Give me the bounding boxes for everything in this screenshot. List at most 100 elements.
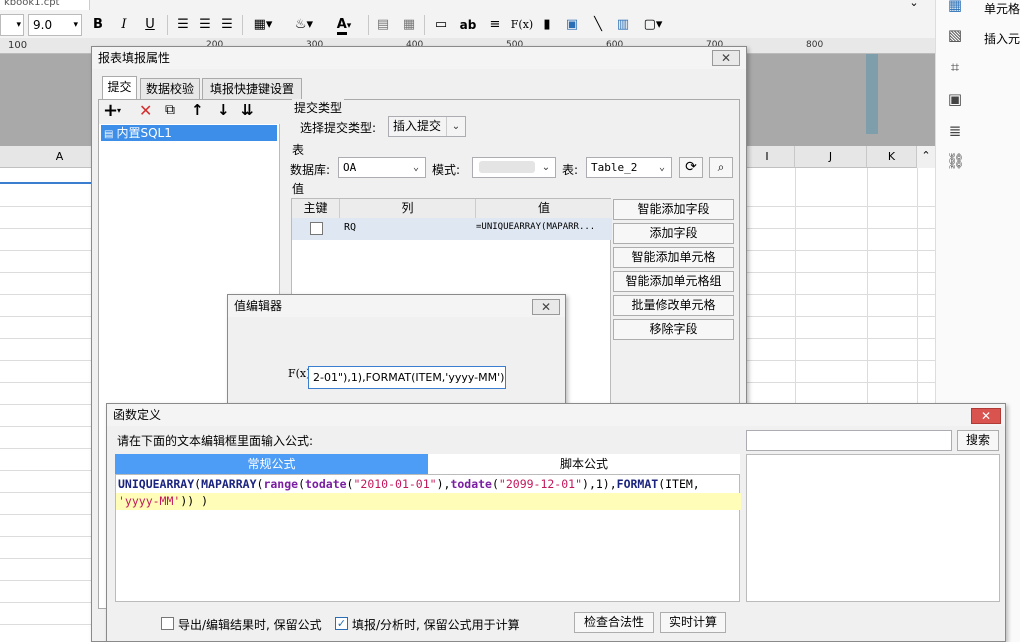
file-tab[interactable]: kbook1.cpt — [0, 0, 90, 10]
tab-script-formula[interactable]: 脚本公式 — [428, 454, 740, 474]
export-keep-formula-checkbox[interactable] — [161, 617, 174, 630]
formula-editor[interactable]: UNIQUEARRAY(MAPARRAY(range(todate("2010-… — [115, 474, 741, 602]
smart-add-field-button[interactable]: 智能添加字段 — [613, 199, 734, 220]
remove-field-button[interactable]: 移除字段 — [613, 319, 734, 340]
font-color-button[interactable]: A▾ — [330, 14, 358, 36]
tab-data-validation[interactable]: 数据校验 — [140, 78, 200, 100]
column-header-k[interactable]: K — [867, 146, 917, 168]
tree-item-label: 内置SQL1 — [116, 126, 172, 140]
arrow-down-icon[interactable]: ↓ — [217, 101, 230, 119]
font-size-select[interactable]: 9.0 ▾ — [28, 14, 82, 36]
function-search-input[interactable] — [746, 430, 952, 451]
font-size-value: 9.0 — [33, 18, 53, 32]
submit-type-value: 插入提交 — [393, 119, 442, 133]
paragraph-icon[interactable]: ≡ — [486, 14, 504, 36]
code-token: ( — [491, 477, 499, 491]
split-cells-icon[interactable]: ▦ — [400, 14, 418, 36]
grid-header-value: 值 — [476, 199, 612, 218]
fill-keep-formula-checkbox[interactable]: ✓ — [335, 617, 348, 630]
code-token: MAPARRAY — [201, 477, 257, 491]
arrow-up-icon[interactable]: ↑ — [191, 101, 204, 119]
tree-item-sql[interactable]: ▤ 内置SQL1 — [101, 125, 277, 141]
tab-fill-shortcuts[interactable]: 填报快捷键设置 — [202, 78, 302, 100]
realtime-calc-button[interactable]: 实时计算 — [660, 612, 726, 633]
formula-button[interactable]: F(x) — [510, 14, 534, 36]
text-ab-button[interactable]: ab — [458, 14, 478, 36]
table-select[interactable]: Table_2 ⌄ — [586, 157, 672, 178]
code-token: )) ) — [180, 494, 209, 508]
database-value: OA — [343, 161, 357, 174]
image-icon[interactable]: ▣ — [563, 14, 581, 36]
smart-add-cell-group-button[interactable]: 智能添加单元格组 — [613, 271, 734, 292]
italic-button[interactable]: I — [116, 14, 132, 36]
close-icon[interactable]: ✕ — [532, 299, 560, 315]
cell-properties-icon[interactable]: ▦ — [946, 0, 964, 14]
refresh-button[interactable]: ⟳ — [679, 157, 703, 178]
right-panel-insert-label[interactable]: 插入元 — [984, 30, 1020, 47]
align-left-icon[interactable]: ☰ — [174, 14, 192, 36]
code-token: "2010-01-01" — [353, 477, 437, 491]
widget-icon[interactable]: ▢▾ — [640, 14, 666, 36]
chevron-down-icon[interactable]: ▾ — [117, 106, 121, 115]
preview-table-button[interactable]: ⌕ — [709, 157, 733, 178]
align-right-icon[interactable]: ☰ — [218, 14, 236, 36]
add-icon[interactable]: + — [103, 100, 118, 121]
submit-type-select[interactable]: 插入提交 ⌄ — [388, 116, 466, 137]
value-formula-input[interactable]: 2-01"),1),FORMAT(ITEM,'yyyy-MM')) ) — [308, 366, 506, 389]
font-color-label: A — [336, 17, 347, 35]
sub-report-icon[interactable]: ▥ — [614, 14, 632, 36]
chevron-down-icon: ▾ — [73, 20, 78, 30]
sort-icon[interactable]: ⇊ — [241, 101, 254, 119]
column-header-i[interactable]: I — [740, 146, 795, 168]
check-validity-button[interactable]: 检查合法性 — [574, 612, 654, 633]
crop-icon[interactable]: ⌗ — [946, 58, 964, 76]
toolbar-separator — [167, 15, 168, 35]
close-icon[interactable]: ✕ — [971, 408, 1001, 424]
border-icon[interactable]: ▦▾ — [249, 14, 277, 36]
code-token: todate — [305, 477, 347, 491]
database-select[interactable]: OA ⌄ — [338, 157, 426, 178]
grid-header-primary-key: 主键 — [292, 199, 340, 218]
delete-icon[interactable]: ✕ — [139, 101, 152, 120]
right-panel-cell-label[interactable]: 单元格 — [984, 0, 1020, 17]
schema-select[interactable]: ⌄ — [472, 157, 556, 178]
row-value-cell[interactable]: =UNIQUEARRAY(MAPARR... — [476, 222, 612, 232]
report-fill-dialog-title: 报表填报属性 — [92, 47, 746, 69]
align-center-icon[interactable]: ☰ — [196, 14, 214, 36]
tree-toolbar: + ▾ ✕ ⧉ ↑ ↓ ⇊ — [99, 100, 281, 124]
font-name-dropdown[interactable]: ▾ — [0, 14, 24, 36]
scroll-up-icon[interactable]: ⌃ — [917, 146, 935, 168]
primary-key-checkbox[interactable] — [310, 222, 323, 235]
underline-button[interactable]: U — [142, 14, 158, 36]
row-column-cell: RQ — [344, 222, 357, 233]
copy-icon[interactable]: ⧉ — [165, 102, 175, 118]
merge-cells-icon[interactable]: ▤ — [374, 14, 392, 36]
collapse-icon[interactable]: ⌄ — [905, 0, 923, 10]
function-dialog-title: 函数定义 — [107, 404, 1005, 426]
add-field-button[interactable]: 添加字段 — [613, 223, 734, 244]
batch-modify-cells-button[interactable]: 批量修改单元格 — [613, 295, 734, 316]
chart-icon[interactable]: ▮ — [538, 14, 556, 36]
db-label: 数据库: — [290, 163, 331, 177]
function-list-panel[interactable] — [746, 454, 1000, 602]
fill-color-icon[interactable]: ♨▾ — [290, 14, 318, 36]
smart-add-cell-button[interactable]: 智能添加单元格 — [613, 247, 734, 268]
text-field-icon[interactable]: ▭ — [432, 14, 450, 36]
cell-element-icon[interactable]: ▧ — [946, 26, 964, 44]
close-icon[interactable]: ✕ — [712, 50, 740, 66]
chevron-down-icon: ⌄ — [412, 162, 420, 173]
value-section-label: 值 — [292, 182, 305, 196]
tab-submit[interactable]: 提交 — [102, 76, 137, 100]
submit-type-section-label: 提交类型 — [292, 99, 345, 116]
search-button[interactable]: 搜索 — [957, 430, 999, 451]
grid-line — [917, 168, 918, 408]
link-icon[interactable]: ⛓ — [946, 152, 965, 170]
layers-icon[interactable]: ≣ — [946, 122, 964, 140]
tab-normal-formula[interactable]: 常规公式 — [115, 454, 428, 474]
table-row[interactable]: RQ =UNIQUEARRAY(MAPARR... — [292, 218, 612, 240]
slash-icon[interactable]: ╲ — [589, 14, 607, 36]
schema-redacted — [479, 161, 535, 173]
bold-button[interactable]: B — [90, 14, 106, 36]
column-header-j[interactable]: J — [795, 146, 867, 168]
widget-settings-icon[interactable]: ▣ — [946, 90, 964, 108]
